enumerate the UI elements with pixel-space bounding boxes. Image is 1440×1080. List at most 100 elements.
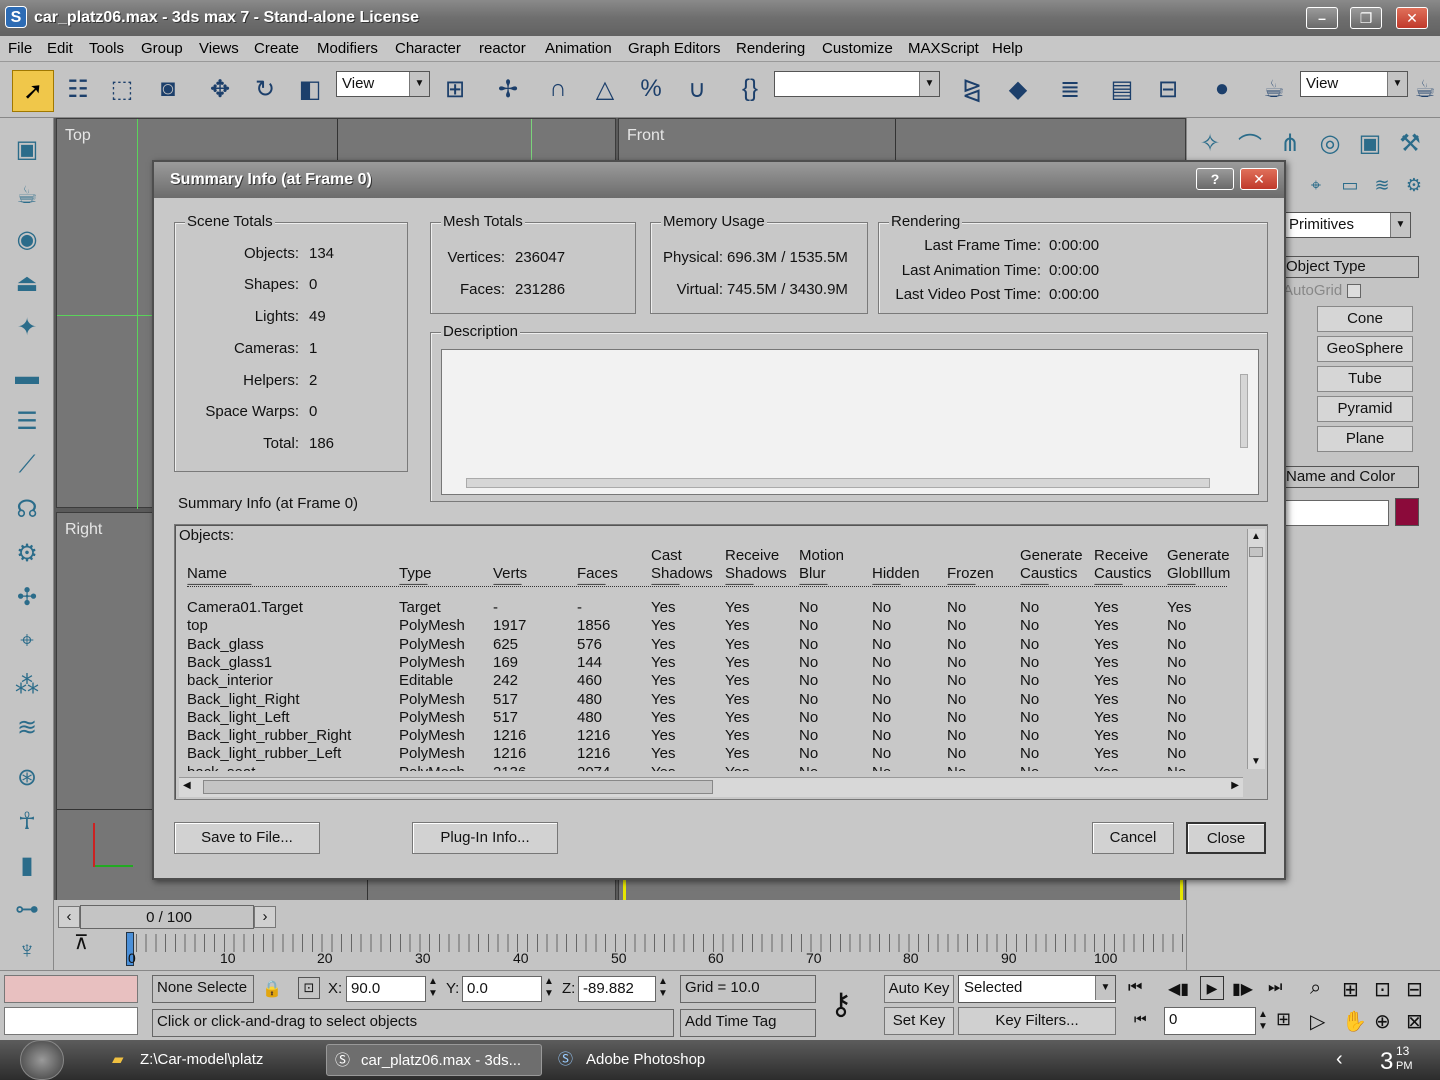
description-hscrollbar[interactable] [466,478,1210,488]
start-button-icon[interactable] [20,1040,64,1080]
hscroll-thumb[interactable] [203,780,713,794]
zoom-extents-all-icon[interactable]: ⊟ [1406,977,1423,1002]
maxscript-listener-pink[interactable] [4,975,138,1003]
table-row[interactable]: Back_light_rubber_Left PolyMesh 1216 1216 Ye… [175,745,1243,763]
menu-modifiers[interactable]: Modifiers [317,40,378,57]
hierarchy-tab-icon[interactable]: ⋔ [1271,124,1309,162]
next-key-icon[interactable]: ▮▶ [1232,979,1253,999]
time-slider[interactable]: 0 / 100 [80,905,254,929]
table-row[interactable]: Back_glass PolyMesh 625 576 Yes Yes No No No No Ye… [175,636,1243,654]
app-icon[interactable]: S [5,6,27,28]
cancel-button[interactable]: Cancel [1092,822,1174,854]
prev-frame-button[interactable]: ‹ [58,906,80,928]
menu-graph-editors[interactable]: Graph Editors [628,40,721,57]
track-bar-icon[interactable]: ⊼ [74,930,89,955]
helper-icon[interactable]: ✣ [8,578,46,616]
object-type-rollout[interactable]: Object Type [1283,256,1419,278]
motion-tab-icon[interactable]: ◎ [1311,124,1349,162]
menu-file[interactable]: File [8,40,32,57]
geosphere-button[interactable]: GeoSphere [1317,336,1413,362]
bone-icon[interactable]: ⟋ [8,446,46,484]
menu-maxscript[interactable]: MAXScript [908,40,979,57]
object-name-field[interactable] [1283,500,1389,526]
taskbar-item-folder[interactable]: ▰ Z:\Car-model\platz [106,1044,316,1076]
menu-customize[interactable]: Customize [822,40,893,57]
arc-rotate-icon[interactable]: ⊕ [1374,1009,1391,1034]
chevron-left-icon[interactable]: ‹ [1336,1048,1343,1071]
plant-icon[interactable]: ♆ [8,932,46,970]
rotate-icon[interactable]: ↻ [247,71,283,107]
create-tab-icon[interactable]: ✧ [1191,124,1229,162]
render-view-dropdown[interactable]: View ▼ [1300,71,1408,97]
set-key-button[interactable]: Set Key [884,1007,954,1035]
help-button[interactable]: ? [1196,168,1234,190]
y-coordinate-field[interactable]: 0.0 [462,976,542,1002]
scale-icon[interactable]: ◧ [292,71,328,107]
hierarchy-icon[interactable]: ⊶ [8,890,46,928]
pyramid-button[interactable]: Pyramid [1317,396,1413,422]
cone-icon[interactable]: ⏏ [8,264,46,302]
named-selection-dropdown[interactable]: ▼ [774,71,940,97]
auto-key-button[interactable]: Auto Key [884,975,954,1003]
menu-views[interactable]: Views [199,40,239,57]
add-time-tag[interactable]: Add Time Tag [680,1009,816,1037]
scroll-up-icon[interactable]: ▲ [1251,531,1261,542]
name-color-rollout[interactable]: Name and Color [1283,466,1419,488]
x-coordinate-field[interactable]: 90.0 [346,976,426,1002]
menu-help[interactable]: Help [992,40,1023,57]
window-crossing-icon[interactable]: ◙ [150,71,186,107]
z-coordinate-field[interactable]: -89.882 [578,976,656,1002]
z-spinner-icon[interactable]: ▲ ▼ [658,976,668,1000]
door-icon[interactable]: ▮ [8,846,46,884]
sphere-icon[interactable]: ◉ [8,220,46,258]
menu-edit[interactable]: Edit [47,40,73,57]
dialog-title-bar[interactable]: Summary Info (at Frame 0) ? ✕ [154,162,1284,198]
go-to-start-icon[interactable]: ⏮ [1128,979,1142,997]
frame-spinner-icon[interactable]: ▲ ▼ [1258,1009,1268,1033]
spinner-snap-icon[interactable]: ∪ [679,71,715,107]
key-filters-button[interactable]: Key Filters... [958,1007,1116,1035]
move-icon[interactable]: ✥ [202,71,238,107]
tube-button[interactable]: Tube [1317,366,1413,392]
go-to-end-icon[interactable]: ⏭ [1268,979,1282,997]
category-dropdown[interactable]: Primitives ▼ [1283,212,1411,238]
table-vscrollbar[interactable]: ▲ ▼ [1247,529,1265,769]
modifier-icon[interactable]: ⊛ [8,758,46,796]
schematic-view-icon[interactable]: ⊟ [1150,71,1186,107]
absolute-mode-icon[interactable]: ⊡ [298,977,320,999]
display-tab-icon[interactable]: ▣ [1351,124,1389,162]
autogrid-checkbox[interactable] [1347,284,1361,298]
minimize-button[interactable]: – [1306,7,1338,29]
zoom-extents-icon[interactable]: ⊡ [1374,977,1391,1002]
description-scrollbar[interactable] [1240,374,1248,448]
zoom-icon[interactable]: ⌕ [1310,977,1321,1000]
previous-key-icon[interactable]: ◀▮ [1168,979,1189,999]
dialog-close-button[interactable]: ✕ [1240,168,1278,190]
render-scene-icon[interactable]: ☕ [1256,71,1292,107]
rectangular-selection-icon[interactable]: ⬚ [104,71,140,107]
scroll-right-icon[interactable]: ▶ [1231,780,1239,791]
menu-group[interactable]: Group [141,40,183,57]
teapot-icon[interactable]: ☕ [8,176,46,214]
quick-render-icon[interactable]: ☕ [1410,71,1440,107]
systems-icon[interactable]: ⚙ [1395,166,1433,204]
manipulate-icon[interactable]: ✢ [490,71,526,107]
angle-snap-icon[interactable]: △ [587,71,623,107]
biped-icon[interactable]: ☥ [8,802,46,840]
table-row[interactable]: Camera01.Target Target - - Yes Yes No No No No Yes… [175,599,1243,617]
light-icon[interactable]: ☊ [8,490,46,528]
camera-box-icon[interactable]: ▬ [8,358,46,396]
lock-icon[interactable]: 🔒 [262,979,282,999]
reference-coordinate-dropdown[interactable]: View ▼ [336,71,430,97]
scroll-thumb[interactable] [1249,547,1263,557]
select-by-name-icon[interactable]: ☷ [60,71,96,107]
select-object-icon[interactable]: ➚ [12,70,54,112]
close-button[interactable]: Close [1186,822,1266,854]
zoom-all-icon[interactable]: ⊞ [1342,977,1359,1002]
modify-tab-icon[interactable]: ⌒ [1231,124,1269,162]
camera-icon[interactable]: ⌖ [8,622,46,660]
table-row[interactable]: Back_light_Left PolyMesh 517 480 Yes Yes No No N… [175,709,1243,727]
cone-button[interactable]: Cone [1317,306,1413,332]
mirror-icon[interactable]: ⧎ [954,71,990,107]
table-row[interactable]: Back_light_Right PolyMesh 517 480 Yes Yes No No… [175,691,1243,709]
